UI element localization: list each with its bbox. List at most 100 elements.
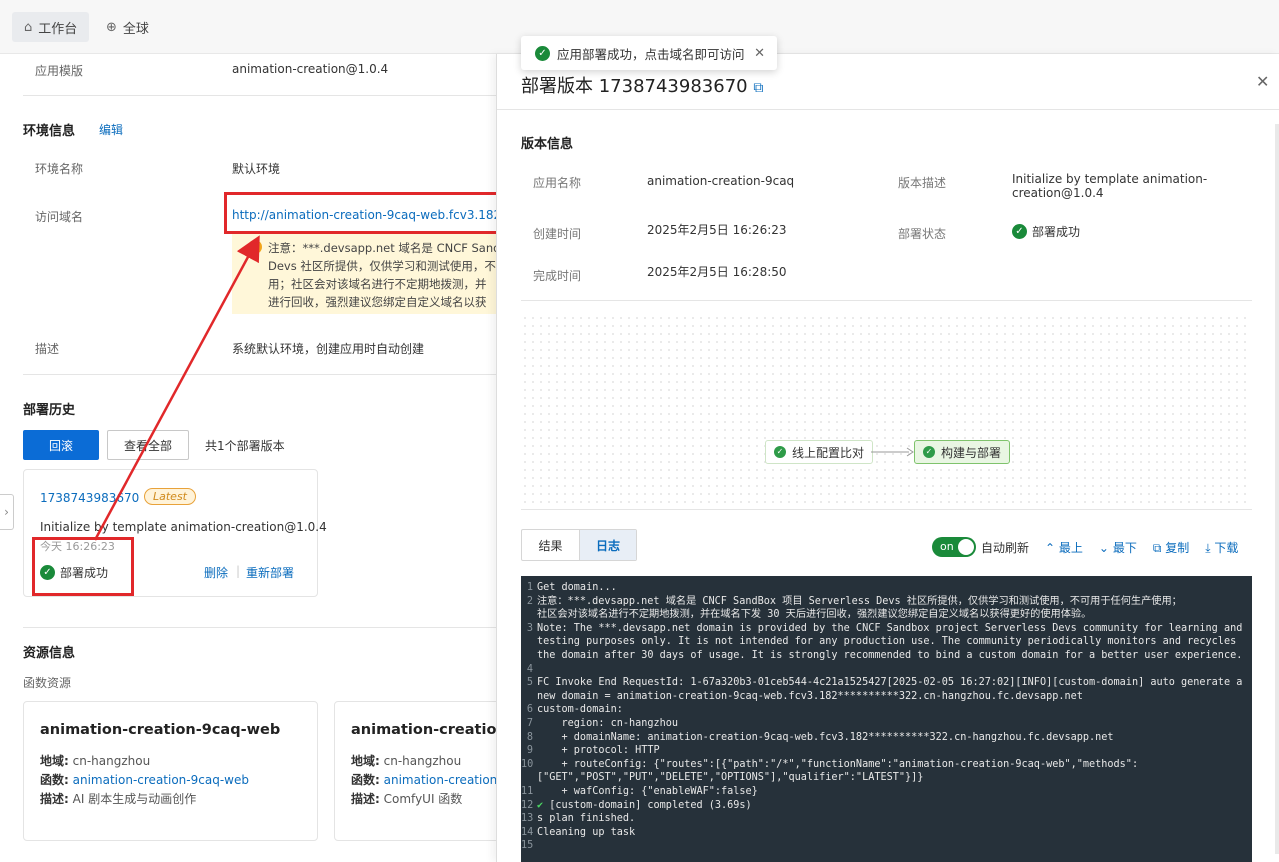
resource-section-title: 资源信息 bbox=[23, 646, 76, 661]
resource-function-row: 函数: animation-creation-9caq-web bbox=[40, 773, 249, 787]
log-line: 14 Cleaning up task bbox=[521, 826, 1252, 840]
check-circle-icon: ✓ bbox=[1012, 224, 1027, 239]
log-line: 8 + domainName: animation-creation-9caq-… bbox=[521, 731, 1252, 745]
finished-label: 完成时间 bbox=[533, 269, 582, 283]
template-label: 应用模版 bbox=[35, 64, 84, 78]
log-line-text: s plan finished. bbox=[537, 813, 636, 825]
app-detail-pane: 应用模版 animation-creation@1.0.4 环境信息 编辑 环境… bbox=[0, 54, 496, 862]
divider bbox=[23, 374, 496, 375]
version-desc-line: creation@1.0.4 bbox=[1012, 186, 1104, 200]
log-line-number bbox=[521, 649, 537, 663]
log-line-number: 6 bbox=[526, 704, 533, 716]
template-value: animation-creation@1.0.4 bbox=[232, 62, 389, 76]
log-line-text: + routeConfig: {"routes":[{"path":"/*","… bbox=[537, 758, 1139, 770]
scroll-top-button[interactable]: ⌃ 最上 bbox=[1045, 539, 1083, 556]
env-name-value: 默认环境 bbox=[232, 162, 281, 176]
log-line-text: + protocol: HTTP bbox=[537, 745, 660, 757]
toast-message: 应用部署成功，点击域名即可访问 bbox=[557, 46, 745, 62]
log-line: 5 FC Invoke End RequestId: 1-67a320b3-01c… bbox=[521, 676, 1252, 690]
auto-refresh-label: 自动刷新 bbox=[981, 540, 1030, 555]
download-icon: ⤓ bbox=[1205, 540, 1211, 555]
desc-label: 描述 bbox=[35, 342, 60, 356]
flow-node-build-deploy[interactable]: ✓ 构建与部署 bbox=[914, 440, 1011, 464]
drawer-title: 部署版本 1738743983670 ⧉ bbox=[521, 72, 763, 98]
drawer-scrollbar[interactable] bbox=[1275, 124, 1279, 854]
flow-node-label: 构建与部署 bbox=[941, 445, 1002, 460]
warning-line: Devs 社区所提供，仅供学习和测试使用，不 bbox=[268, 259, 496, 273]
delete-link[interactable]: 删除 bbox=[204, 564, 228, 581]
tab-global[interactable]: ⊕ 全球 bbox=[94, 12, 161, 42]
close-icon[interactable]: ✕ bbox=[1256, 72, 1269, 91]
log-line-number: 2 bbox=[526, 595, 533, 607]
view-all-button[interactable]: 查看全部 bbox=[107, 430, 189, 460]
tab-workbench[interactable]: ⌂ 工作台 bbox=[12, 12, 90, 42]
log-line-text: + domainName: animation-creation-9caq-we… bbox=[537, 731, 1114, 743]
scroll-top-label: 最上 bbox=[1058, 540, 1083, 555]
log-line: 2 注意：***.devsapp.net 域名是 CNCF SandBox 项目 … bbox=[521, 595, 1252, 609]
log-line: 3 Note: The ***.devsapp.net domain is pro… bbox=[521, 622, 1252, 636]
sidebar-expand-handle[interactable]: › bbox=[0, 494, 14, 530]
log-line-number bbox=[521, 771, 537, 785]
annotation-box-domain bbox=[224, 192, 512, 234]
version-desc-label: 版本描述 bbox=[898, 176, 947, 190]
log-line-number: 8 bbox=[526, 731, 533, 743]
flow-node-label: 线上配置比对 bbox=[792, 445, 865, 460]
log-line-text: 社区会对该域名进行不定期地拨测，并在域名下发 30 天后进行回收，强烈建议您绑定… bbox=[537, 609, 1092, 621]
log-line-text: Note: The ***.devsapp.net domain is prov… bbox=[537, 622, 1243, 634]
status-label: 部署状态 bbox=[898, 227, 947, 241]
log-toolbar: on 自动刷新 ⌃ 最上 ⌄ 最下 ⧉ 复制 ⤓ 下载 bbox=[932, 537, 1238, 557]
log-line-number: 14 bbox=[521, 826, 534, 838]
tab-workbench-label: 工作台 bbox=[38, 21, 78, 37]
log-line: 15 bbox=[521, 839, 1252, 853]
log-line: the domain after 30 days of usage. It is… bbox=[521, 649, 1252, 663]
log-line-number: 15 bbox=[521, 840, 534, 852]
deploy-status-text: 部署成功 bbox=[1032, 225, 1081, 239]
version-drawer: 部署版本 1738743983670 ⧉ ✕ 版本信息 应用名称 animati… bbox=[496, 54, 1279, 862]
resource-desc-row: 描述: AI 剧本生成与动画创作 bbox=[40, 792, 197, 806]
log-line: 7 region: cn-hangzhou bbox=[521, 717, 1252, 731]
tab-result[interactable]: 结果 bbox=[522, 530, 579, 560]
check-circle-icon: ✓ bbox=[774, 446, 786, 458]
download-button[interactable]: ⤓ 下载 bbox=[1205, 539, 1238, 556]
copy-button[interactable]: ⧉ 复制 bbox=[1153, 539, 1189, 556]
version-info-title: 版本信息 bbox=[521, 137, 574, 152]
redeploy-link[interactable]: 重新部署 bbox=[246, 564, 294, 581]
env-section-title: 环境信息 bbox=[23, 124, 76, 139]
annotation-box-status bbox=[32, 537, 134, 596]
scroll-bottom-label: 最下 bbox=[1112, 540, 1137, 555]
log-line: 1 Get domain... bbox=[521, 581, 1252, 595]
app-name-value: animation-creation-9caq bbox=[647, 174, 795, 188]
warning-line: 注意：***.devsapp.net 域名是 CNCF SandB bbox=[268, 241, 496, 255]
log-line-number bbox=[521, 635, 537, 649]
log-line-text: the domain after 30 days of usage. It is… bbox=[537, 649, 1243, 661]
log-line-text: Get domain... bbox=[537, 582, 617, 593]
drawer-title-text: 部署版本 1738743983670 bbox=[521, 76, 748, 97]
auto-refresh-toggle[interactable]: on bbox=[932, 537, 976, 557]
external-link-icon[interactable]: ⧉ bbox=[753, 80, 763, 96]
close-icon[interactable]: ✕ bbox=[754, 46, 765, 61]
success-toast: ✓ 应用部署成功，点击域名即可访问 ✕ bbox=[521, 36, 777, 70]
divider bbox=[23, 627, 496, 628]
rollback-button[interactable]: 回滚 bbox=[23, 430, 99, 460]
history-section-title: 部署历史 bbox=[23, 403, 76, 418]
log-line: 9 + protocol: HTTP bbox=[521, 744, 1252, 758]
resource-function-link[interactable]: animation-creation-9caq-web bbox=[73, 773, 249, 787]
log-line-number: 9 bbox=[526, 745, 533, 757]
env-edit-link[interactable]: 编辑 bbox=[99, 121, 123, 138]
resource-subtitle: 函数资源 bbox=[23, 676, 72, 690]
log-line: new domain = animation-creation-9caq-web… bbox=[521, 690, 1252, 704]
version-link[interactable]: 1738743983670 bbox=[40, 491, 139, 505]
version-desc-line: Initialize by template animation- bbox=[1012, 172, 1208, 186]
log-line: 6 custom-domain: bbox=[521, 703, 1252, 717]
scroll-bottom-button[interactable]: ⌄ 最下 bbox=[1099, 539, 1137, 556]
tab-log[interactable]: 日志 bbox=[579, 530, 636, 560]
resource-card: animation-creation-9caq-web 地域: cn-hangz… bbox=[23, 701, 318, 841]
log-line: testing purposes only. It is not intende… bbox=[521, 635, 1252, 649]
created-value: 2025年2月5日 16:26:23 bbox=[647, 223, 787, 237]
flow-node-config-compare[interactable]: ✓ 线上配置比对 bbox=[765, 440, 874, 464]
log-console[interactable]: 1 Get domain... 2 注意：***.devsapp.net 域名是 CN… bbox=[521, 576, 1252, 862]
log-line-number: 4 bbox=[526, 663, 533, 675]
resource-function-link[interactable]: animation-creation bbox=[384, 773, 496, 787]
log-line-text: custom-domain: bbox=[537, 704, 623, 716]
divider bbox=[521, 300, 1252, 301]
